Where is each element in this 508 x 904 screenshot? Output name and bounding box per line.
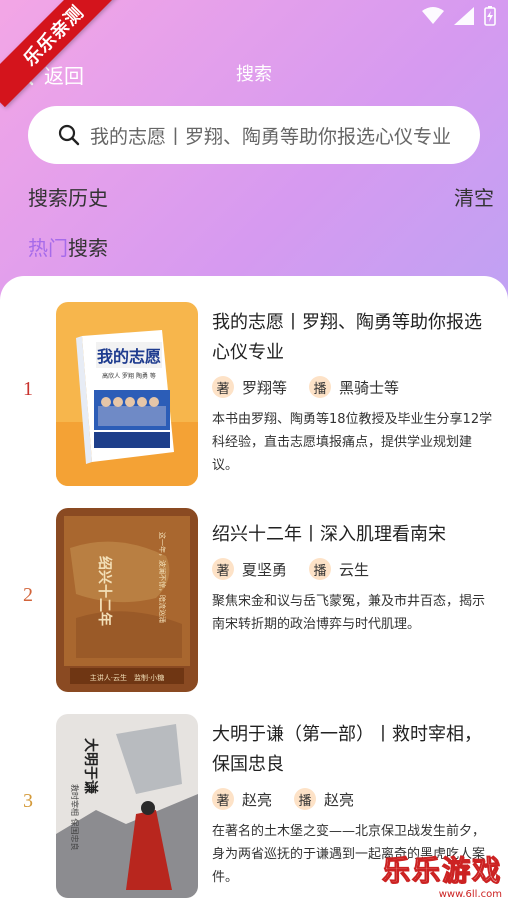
list-item[interactable]: 2 绍兴十二年 这一年，波澜不惊，暗流汹涌 主讲人·云生 监制·小糖 绍兴十二年…: [0, 508, 508, 698]
search-history-row: 搜索历史 清空: [28, 182, 494, 211]
signal-icon: [454, 7, 474, 25]
search-placeholder: 我的志愿丨罗翔、陶勇等助你报选心仪专业: [90, 125, 452, 148]
narrator-name: 云生: [339, 560, 370, 579]
book-cover-image: 大明于谦 救时宰相 保国忠良: [56, 714, 198, 898]
cover-title-3: 大明于谦: [82, 738, 99, 795]
narrator-name: 黑骑士等: [339, 378, 400, 397]
cover-side-3: 救时宰相 保国忠良: [70, 784, 80, 851]
narrator-tag: 播云生: [309, 558, 369, 580]
author-tag: 著赵亮: [212, 788, 272, 810]
rank-number: 2: [23, 584, 33, 606]
author-badge: 著: [212, 558, 234, 580]
header: 返回 搜索: [0, 52, 508, 96]
search-icon: [58, 124, 80, 146]
clear-history-button[interactable]: 清空: [454, 182, 494, 211]
author-name: 夏坚勇: [242, 560, 288, 579]
cover-footer-2: 主讲人·云生 监制·小糖: [90, 673, 164, 682]
cover-title-2: 绍兴十二年: [96, 556, 113, 626]
cover-side-2: 这一年，波澜不惊，暗流汹涌: [158, 532, 167, 623]
item-title: 大明于谦（第一部）丨救时宰相，保国忠良: [212, 724, 482, 775]
narrator-name: 赵亮: [324, 790, 355, 809]
item-title: 绍兴十二年丨深入肌理看南宋: [212, 524, 446, 545]
narrator-tag: 播黑骑士等: [309, 376, 399, 398]
cover-title-1: 我的志愿: [97, 347, 161, 366]
page-title: 搜索: [236, 64, 272, 85]
item-info: 绍兴十二年丨深入肌理看南宋 著夏坚勇 播云生 聚焦宋金和议与岳飞蒙冤，兼及市井百…: [212, 520, 494, 636]
rank-number: 3: [23, 790, 33, 812]
narrator-badge: 播: [294, 788, 317, 810]
watermark-main: 乐乐游戏: [381, 854, 502, 888]
status-icons: [422, 6, 496, 26]
item-tags: 著赵亮 播赵亮: [212, 788, 494, 810]
item-tags: 著罗翔等 播黑骑士等: [212, 376, 494, 398]
hot-search-title-accent: 热门: [28, 236, 68, 260]
author-badge: 著: [212, 376, 234, 398]
author-tag: 著罗翔等: [212, 376, 287, 398]
search-history-title: 搜索历史: [28, 186, 108, 210]
battery-icon: [484, 6, 496, 26]
item-description: 聚焦宋金和议与岳飞蒙冤，兼及市井百态，揭示南宋转折期的政治博弈与时代肌理。: [212, 594, 486, 632]
author-tag: 著夏坚勇: [212, 558, 287, 580]
hot-search-list: 1 我的志愿 高欣人 罗翔 陶勇 等 我的志愿丨罗翔、陶勇等助你报选心仪专业 著…: [0, 276, 508, 904]
wifi-icon: [422, 7, 444, 24]
hot-search-title-rest: 搜索: [68, 236, 108, 260]
author-name: 罗翔等: [242, 378, 288, 397]
book-cover-image: 绍兴十二年 这一年，波澜不惊，暗流汹涌 主讲人·云生 监制·小糖: [56, 508, 198, 692]
author-badge: 著: [212, 788, 234, 810]
rank-number: 1: [23, 378, 33, 400]
narrator-tag: 播赵亮: [294, 788, 354, 810]
watermark-sub: www.6ll.com: [438, 889, 502, 900]
item-title: 我的志愿丨罗翔、陶勇等助你报选心仪专业: [212, 312, 482, 363]
list-item[interactable]: 1 我的志愿 高欣人 罗翔 陶勇 等 我的志愿丨罗翔、陶勇等助你报选心仪专业 著…: [0, 302, 508, 492]
item-tags: 著夏坚勇 播云生: [212, 558, 494, 580]
cover-author-1: 高欣人 罗翔 陶勇 等: [102, 372, 156, 380]
site-watermark: 乐乐游戏 www.6ll.com: [381, 849, 502, 901]
item-info: 我的志愿丨罗翔、陶勇等助你报选心仪专业 著罗翔等 播黑骑士等 本书由罗翔、陶勇等…: [212, 308, 494, 477]
search-input[interactable]: 我的志愿丨罗翔、陶勇等助你报选心仪专业: [28, 106, 480, 164]
book-cover-image: 我的志愿 高欣人 罗翔 陶勇 等: [56, 302, 198, 486]
item-description: 本书由罗翔、陶勇等18位教授及毕业生分享12学科经验，直击志愿填报痛点，提供学业…: [212, 412, 493, 473]
narrator-badge: 播: [309, 376, 332, 398]
narrator-badge: 播: [309, 558, 332, 580]
author-name: 赵亮: [242, 790, 273, 809]
hot-search-title: 热门搜索: [28, 232, 108, 261]
